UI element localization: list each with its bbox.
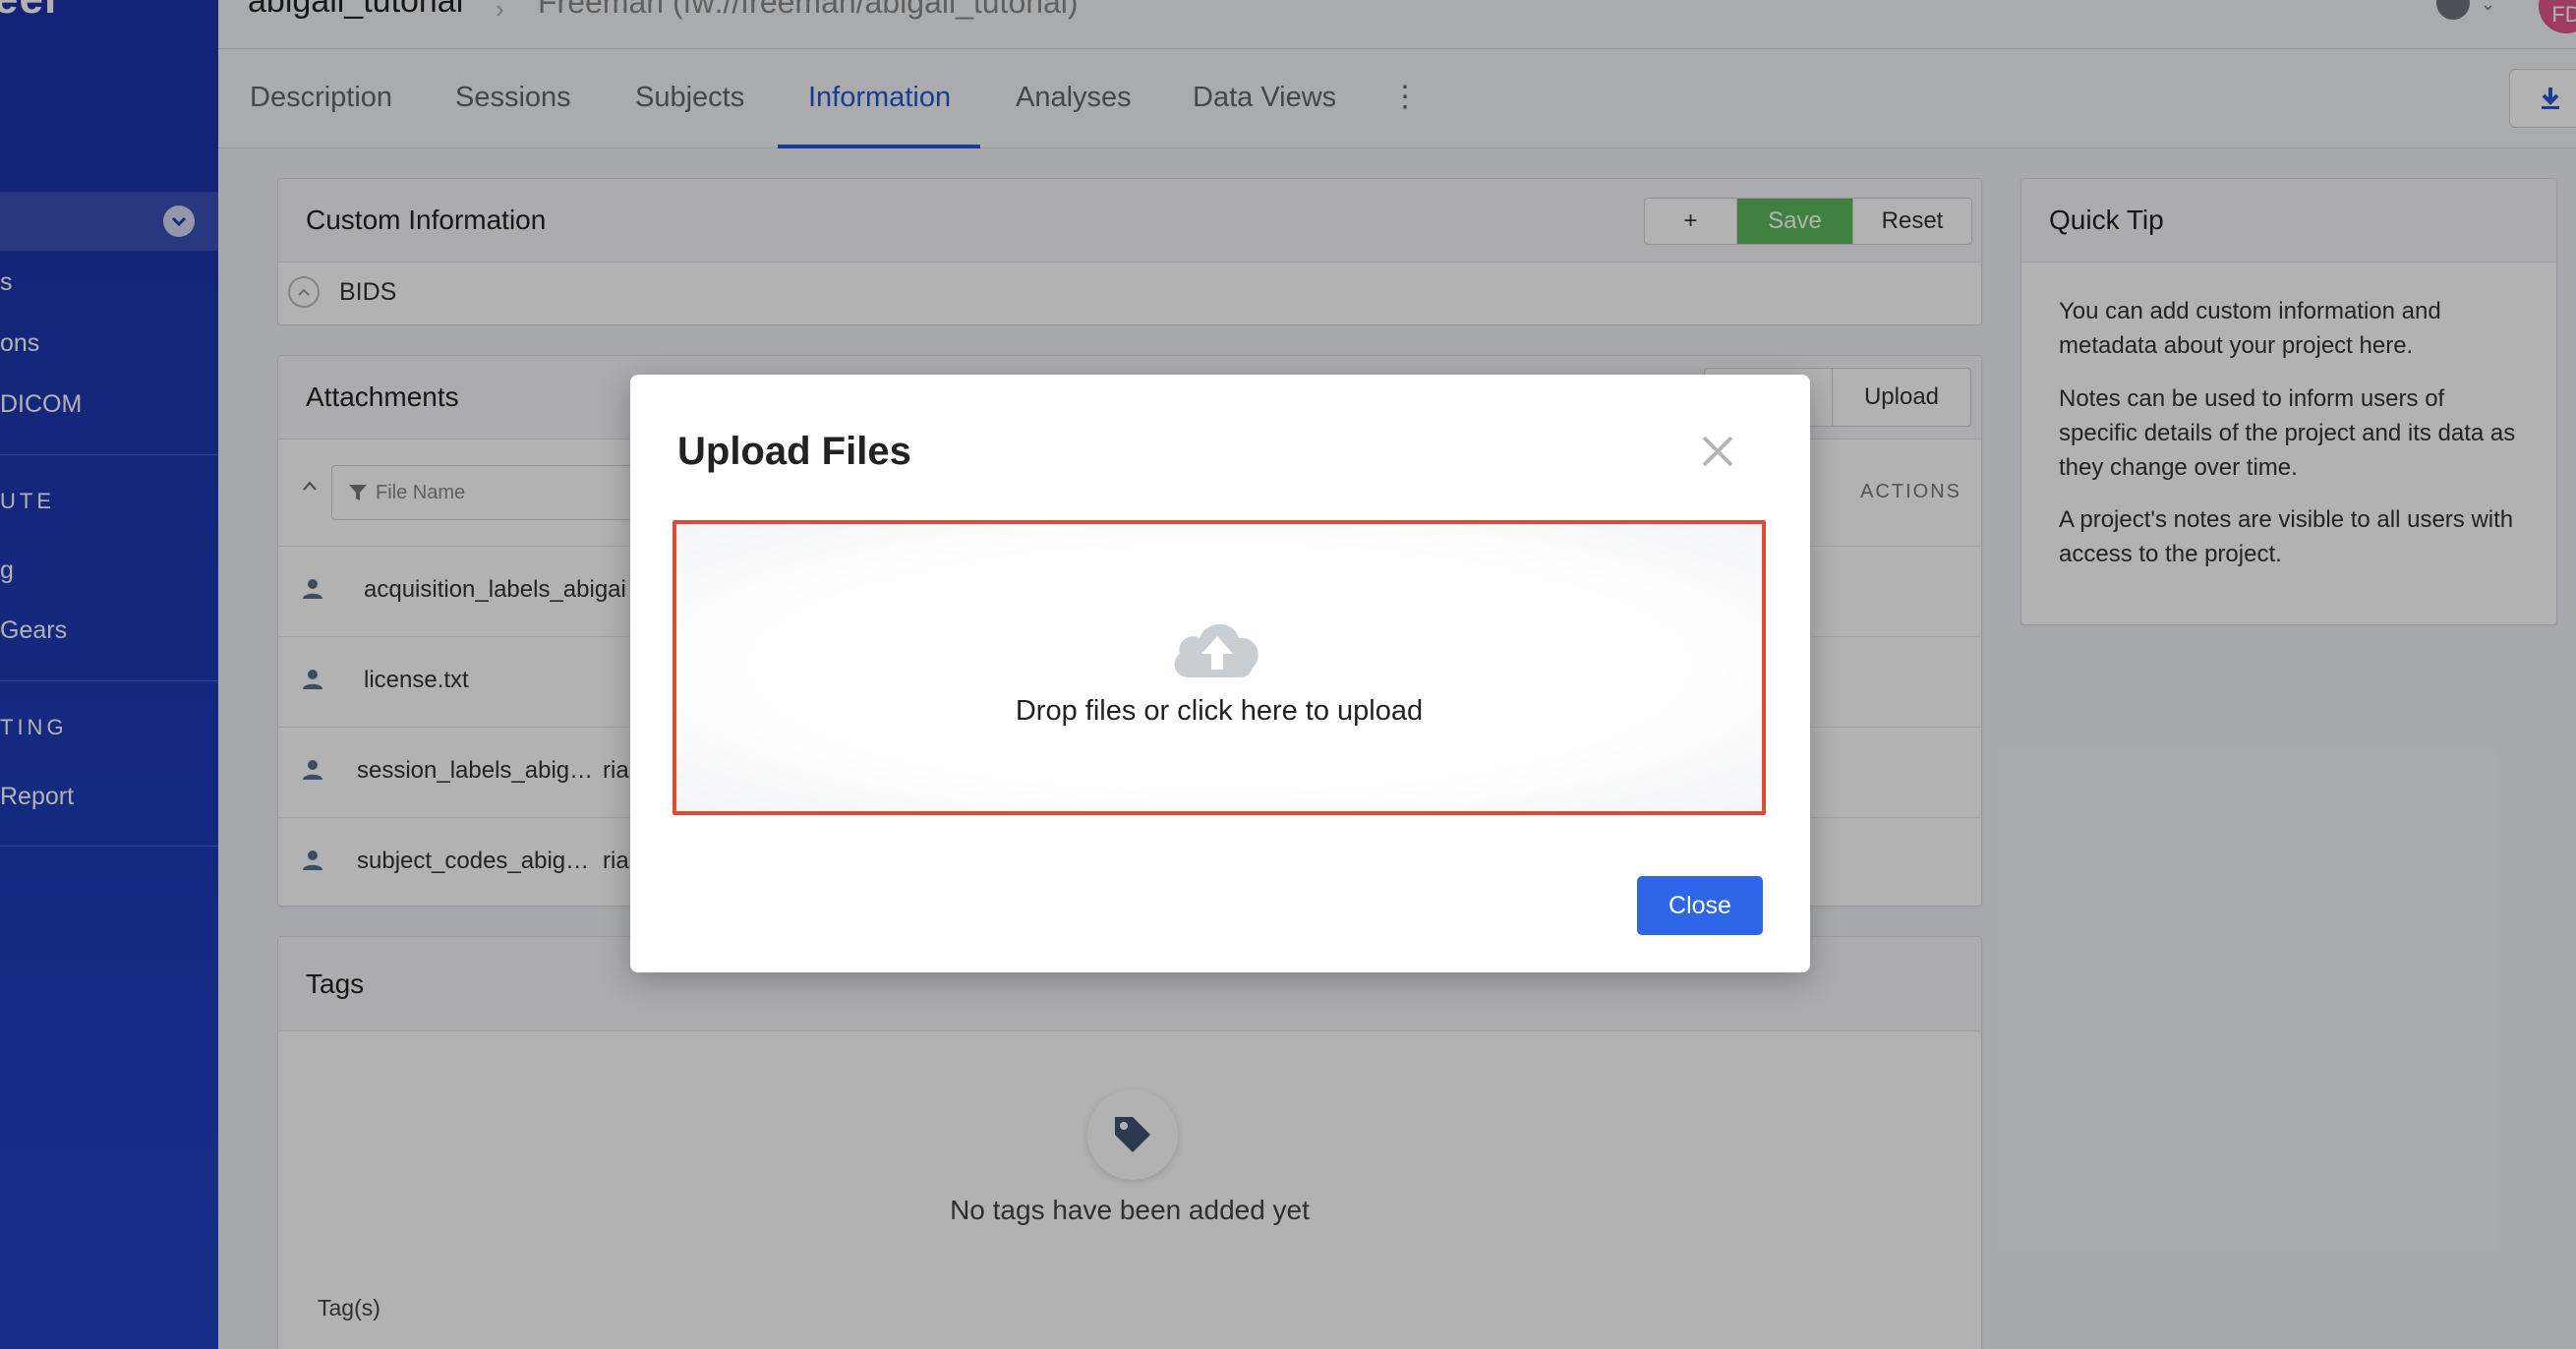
- cloud-upload-icon: [1174, 623, 1259, 677]
- dropzone-label: Drop files or click here to upload: [1015, 695, 1424, 727]
- upload-files-modal: Upload Files Drop files or click here to…: [630, 375, 1810, 972]
- close-icon[interactable]: [1700, 434, 1735, 469]
- modal-title: Upload Files: [677, 430, 911, 473]
- close-button[interactable]: Close: [1637, 876, 1763, 935]
- file-dropzone[interactable]: Drop files or click here to upload: [673, 520, 1766, 815]
